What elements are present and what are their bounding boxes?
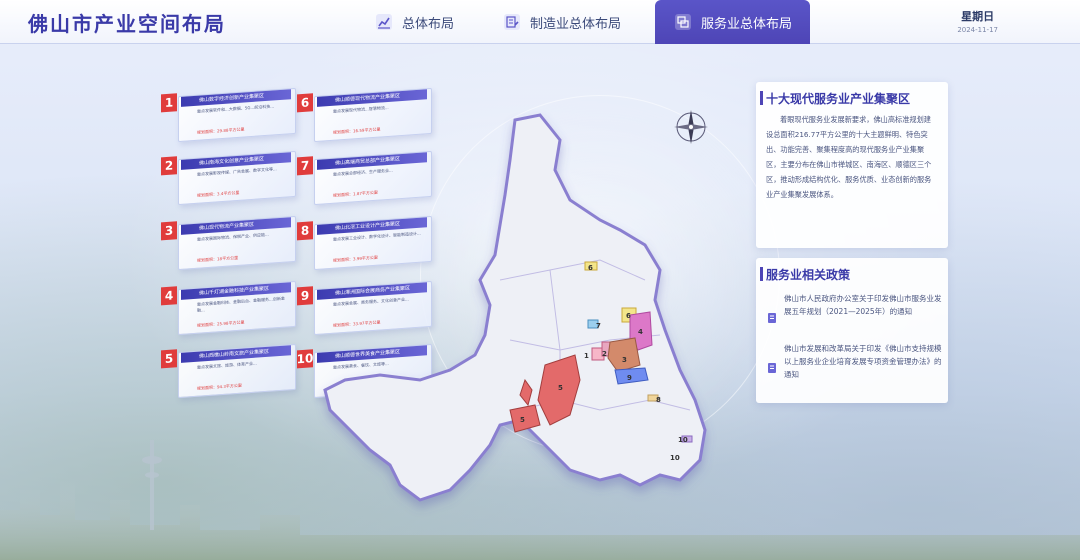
foshan-map[interactable]: 6 6 7 4 1 2 3 9 8 5 5 10 10 bbox=[300, 80, 720, 520]
cluster-overview-panel: 十大现代服务业产业集聚区 着眼现代服务业发展新要求，佛山高标准规划建设总面积21… bbox=[756, 82, 948, 248]
cluster-number-badge: 5 bbox=[161, 349, 177, 369]
layers-icon bbox=[675, 14, 692, 30]
svg-text:6: 6 bbox=[588, 264, 593, 272]
main-nav: 总体布局 制造业总体布局 服务业总体布局 bbox=[360, 0, 830, 44]
cluster-number-badge: 3 bbox=[161, 221, 177, 241]
cluster-number-badge: 4 bbox=[161, 286, 177, 306]
weekday-text: 星期日 bbox=[961, 10, 995, 23]
tab-label: 制造业总体布局 bbox=[530, 16, 622, 32]
document-edit-icon bbox=[504, 14, 521, 30]
document-icon bbox=[768, 363, 776, 373]
date-text: 2024-11-17 bbox=[957, 26, 998, 34]
cluster-card[interactable]: 2 佛山南海文化创意产业集聚区 重点发展影视传媒、广告会展、数字文化等... 规划面积… bbox=[161, 150, 296, 206]
date-display: 星期日 2024-11-17 bbox=[957, 8, 998, 34]
document-icon bbox=[768, 313, 776, 323]
panel-title: 十大现代服务业产业集聚区 bbox=[766, 92, 911, 106]
panel-title-accent bbox=[760, 91, 763, 105]
svg-text:5: 5 bbox=[558, 384, 563, 392]
cluster-card[interactable]: 3 佛山现代物流产业集聚区 重点发展国际物流、保税产业、供应链... 规划面积：18平… bbox=[161, 215, 296, 271]
svg-text:5: 5 bbox=[520, 416, 525, 424]
tab-label: 总体布局 bbox=[402, 16, 455, 32]
compass-icon bbox=[674, 110, 708, 144]
panel-title-accent bbox=[760, 267, 763, 281]
cluster-card[interactable]: 4 佛山千灯湖金融科技产业集聚区 重点发展金融科技、金融后台、金融服务...创新金融… bbox=[161, 280, 296, 336]
svg-text:10: 10 bbox=[670, 454, 680, 462]
svg-text:3: 3 bbox=[622, 356, 627, 364]
top-header: 佛山市产业空间布局 总体布局 制造业总体布局 服务业总体布局 星期日 2024-… bbox=[0, 0, 1080, 44]
svg-text:2: 2 bbox=[602, 350, 607, 358]
policy-item[interactable]: 佛山市发展和改革局关于印发《佛山市支持规模以上服务业企业培育发展专项资金管理办法… bbox=[766, 342, 942, 381]
panel-description: 着眼现代服务业发展新要求，佛山高标准规划建设总面积216.77平方公里的十大主题… bbox=[766, 115, 932, 199]
cluster-description: 重点发展影视传媒、广告会展、数字文化等... bbox=[197, 166, 277, 177]
chart-icon bbox=[376, 14, 392, 30]
svg-text:4: 4 bbox=[638, 328, 643, 336]
cluster-description: 重点发展软件和...大数据、5G...前沿科技... bbox=[197, 103, 275, 114]
tab-overall-layout[interactable]: 总体布局 bbox=[360, 0, 468, 44]
svg-text:7: 7 bbox=[596, 322, 601, 330]
page-title: 佛山市产业空间布局 bbox=[28, 12, 226, 36]
cluster-number-badge: 1 bbox=[161, 93, 177, 113]
policy-panel: 服务业相关政策 佛山市人民政府办公室关于印发佛山市服务业发展五年规划（2021—… bbox=[756, 258, 948, 403]
svg-text:9: 9 bbox=[627, 374, 632, 382]
cluster-card[interactable]: 5 佛山西樵山岭南文旅产业集聚区 重点发展文旅、旅游、体育产业... 规划面积：94.… bbox=[161, 343, 296, 399]
cluster-card[interactable]: 1 佛山数字经济创新产业集聚区 重点发展软件和...大数据、5G...前沿科技...… bbox=[161, 87, 296, 143]
cluster-number-badge: 2 bbox=[161, 156, 177, 176]
tab-manufacturing-layout[interactable]: 制造业总体布局 bbox=[488, 0, 635, 44]
tab-service-layout[interactable]: 服务业总体布局 bbox=[655, 0, 811, 44]
svg-text:10: 10 bbox=[678, 436, 688, 444]
map-outline bbox=[323, 113, 707, 502]
svg-text:6: 6 bbox=[626, 312, 631, 320]
cluster-description: 重点发展金融科技、金融后台、金融服务...创新金融... bbox=[197, 295, 285, 313]
panel-title: 服务业相关政策 bbox=[766, 268, 851, 282]
policy-link[interactable]: 佛山市人民政府办公室关于印发佛山市服务业发展五年规划（2021—2025年）的通… bbox=[784, 292, 942, 324]
svg-text:8: 8 bbox=[656, 396, 661, 404]
svg-text:1: 1 bbox=[584, 352, 589, 360]
policy-item[interactable]: 佛山市人民政府办公室关于印发佛山市服务业发展五年规划（2021—2025年）的通… bbox=[766, 292, 942, 324]
cluster-description: 重点发展国际物流、保税产业、供应链... bbox=[197, 231, 269, 242]
policy-link[interactable]: 佛山市发展和改革局关于印发《佛山市支持规模以上服务业企业培育发展专项资金管理办法… bbox=[784, 342, 942, 381]
cluster-description: 重点发展文旅、旅游、体育产业... bbox=[197, 360, 257, 370]
tab-label: 服务业总体布局 bbox=[701, 16, 793, 32]
